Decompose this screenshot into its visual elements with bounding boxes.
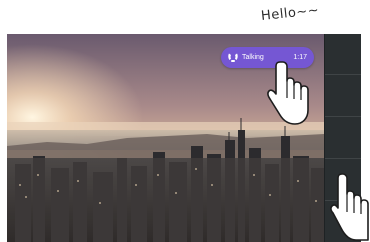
call-status-label: Talking — [242, 54, 264, 61]
greeting-annotation: Hello~~ — [260, 2, 320, 25]
pointing-hand-icon — [330, 172, 370, 242]
phone-wave-icon — [227, 48, 239, 67]
side-panel-divider — [325, 74, 361, 75]
side-panel-divider — [325, 158, 361, 159]
side-panel-divider — [325, 116, 361, 117]
pointing-hand-icon — [266, 60, 312, 128]
